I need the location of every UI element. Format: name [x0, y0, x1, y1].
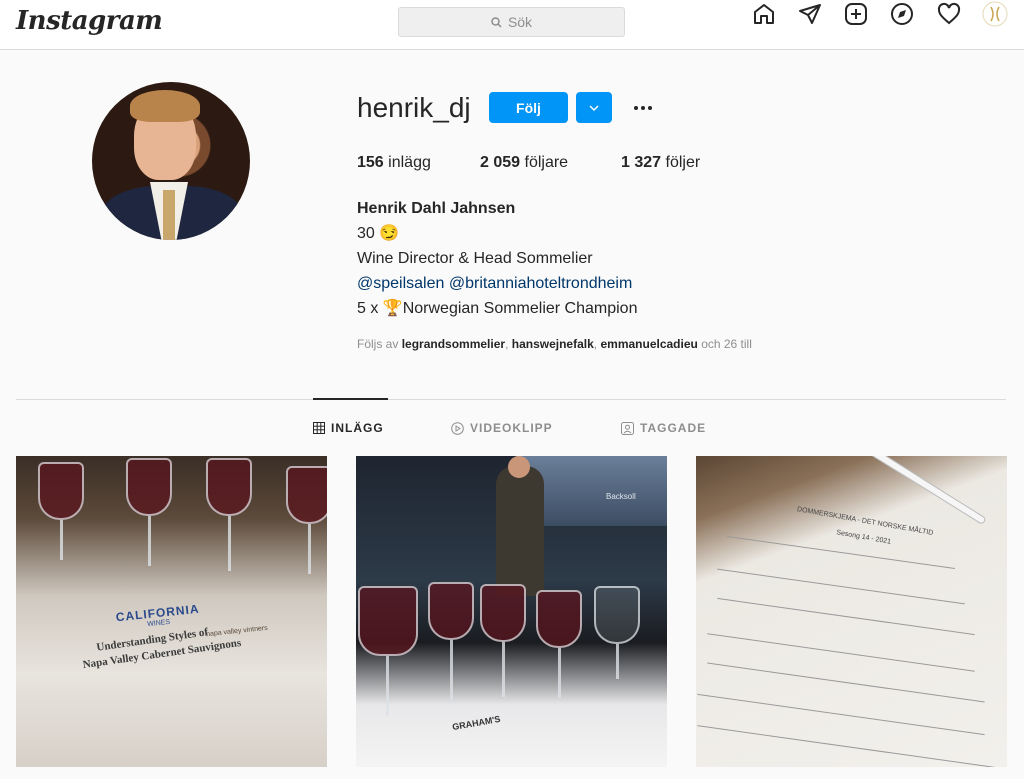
play-circle-icon [451, 421, 464, 435]
bio-line-age: 30 😏 [357, 225, 400, 242]
tagged-icon [621, 421, 634, 435]
followed-by-user: legrandsommelier [401, 337, 506, 351]
napa-vintners-logo: napa valley vintners [205, 624, 269, 639]
explore-icon[interactable] [888, 0, 916, 28]
followed-by-prefix: Följs av [357, 337, 399, 351]
tab-tagged[interactable]: TAGGADE [621, 421, 706, 435]
profile-avatar-icon[interactable] [981, 0, 1009, 28]
posts-label: inlägg [388, 154, 431, 171]
bio-line-title: Wine Director & Head Sommelier [357, 250, 593, 267]
profile-avatar[interactable] [92, 82, 250, 240]
score-sheet-subtitle: Sesong 14 - 2021 [835, 529, 892, 546]
followers-label: följare [524, 154, 569, 171]
direct-icon[interactable] [796, 0, 824, 28]
top-navigation-bar: Instagram Sök [0, 0, 1024, 50]
tasting-mat-text: GRAHAM'S [451, 713, 502, 733]
followed-by-suffix: och 26 till [701, 337, 752, 351]
suggested-accounts-button[interactable] [576, 92, 612, 123]
bio-line-champion: 5 x 🏆Norwegian Sommelier Champion [357, 300, 638, 317]
score-sheet-title: DOMMERSKJEMA - DET NORSKE MÅLTID [796, 506, 934, 537]
search-icon [491, 16, 502, 28]
more-options-icon[interactable] [630, 96, 656, 120]
profile-full-name: Henrik Dahl Jahnsen [357, 200, 516, 217]
active-tab-indicator [313, 398, 388, 400]
chevron-down-icon [589, 104, 599, 111]
followed-by-separator: , [505, 337, 509, 351]
tabs-divider [16, 399, 1006, 400]
tab-posts[interactable]: INLÄGG [313, 421, 384, 435]
following-stat[interactable]: 1 327 följer [621, 154, 700, 172]
followed-by-user: hanswejnefalk [511, 337, 594, 351]
post-thumbnail[interactable]: DOMMERSKJEMA - DET NORSKE MÅLTID Sesong … [696, 456, 1007, 767]
new-post-icon[interactable] [842, 0, 870, 28]
posts-count: 156 [357, 154, 384, 171]
tab-videos[interactable]: VIDEOKLIPP [451, 421, 553, 435]
tab-tagged-label: TAGGADE [640, 421, 707, 435]
followers-count: 2 059 [480, 154, 521, 171]
bio-mentions-link[interactable]: @speilsalen @britanniahoteltrondheim [357, 274, 632, 294]
grid-icon [313, 422, 325, 434]
tab-posts-label: INLÄGG [331, 421, 384, 435]
followers-stat[interactable]: 2 059 följare [480, 154, 568, 172]
presentation-screen-text: Backsoll [606, 492, 636, 501]
follow-button[interactable]: Följ [489, 92, 568, 123]
following-count: 1 327 [621, 154, 662, 171]
post-thumbnail[interactable]: CALIFORNIA WINES napa valley vintners Un… [16, 456, 327, 767]
search-input[interactable]: Sök [398, 7, 625, 37]
search-placeholder: Sök [507, 14, 533, 30]
posts-count-stat: 156 inlägg [357, 154, 431, 172]
instagram-logo[interactable]: Instagram [16, 6, 163, 36]
home-icon[interactable] [750, 0, 778, 28]
followed-by-text[interactable]: Följs av legrandsommelier, hanswejnefalk… [357, 337, 752, 351]
following-label: följer [665, 154, 701, 171]
followed-by-user: emmanuelcadieu [600, 337, 698, 351]
profile-username: henrik_dj [357, 92, 471, 123]
followed-by-separator: , [593, 337, 598, 351]
post-thumbnail[interactable]: Backsoll GRAHAM'S [356, 456, 667, 767]
tab-videos-label: VIDEOKLIPP [470, 421, 553, 435]
activity-icon[interactable] [935, 0, 963, 28]
